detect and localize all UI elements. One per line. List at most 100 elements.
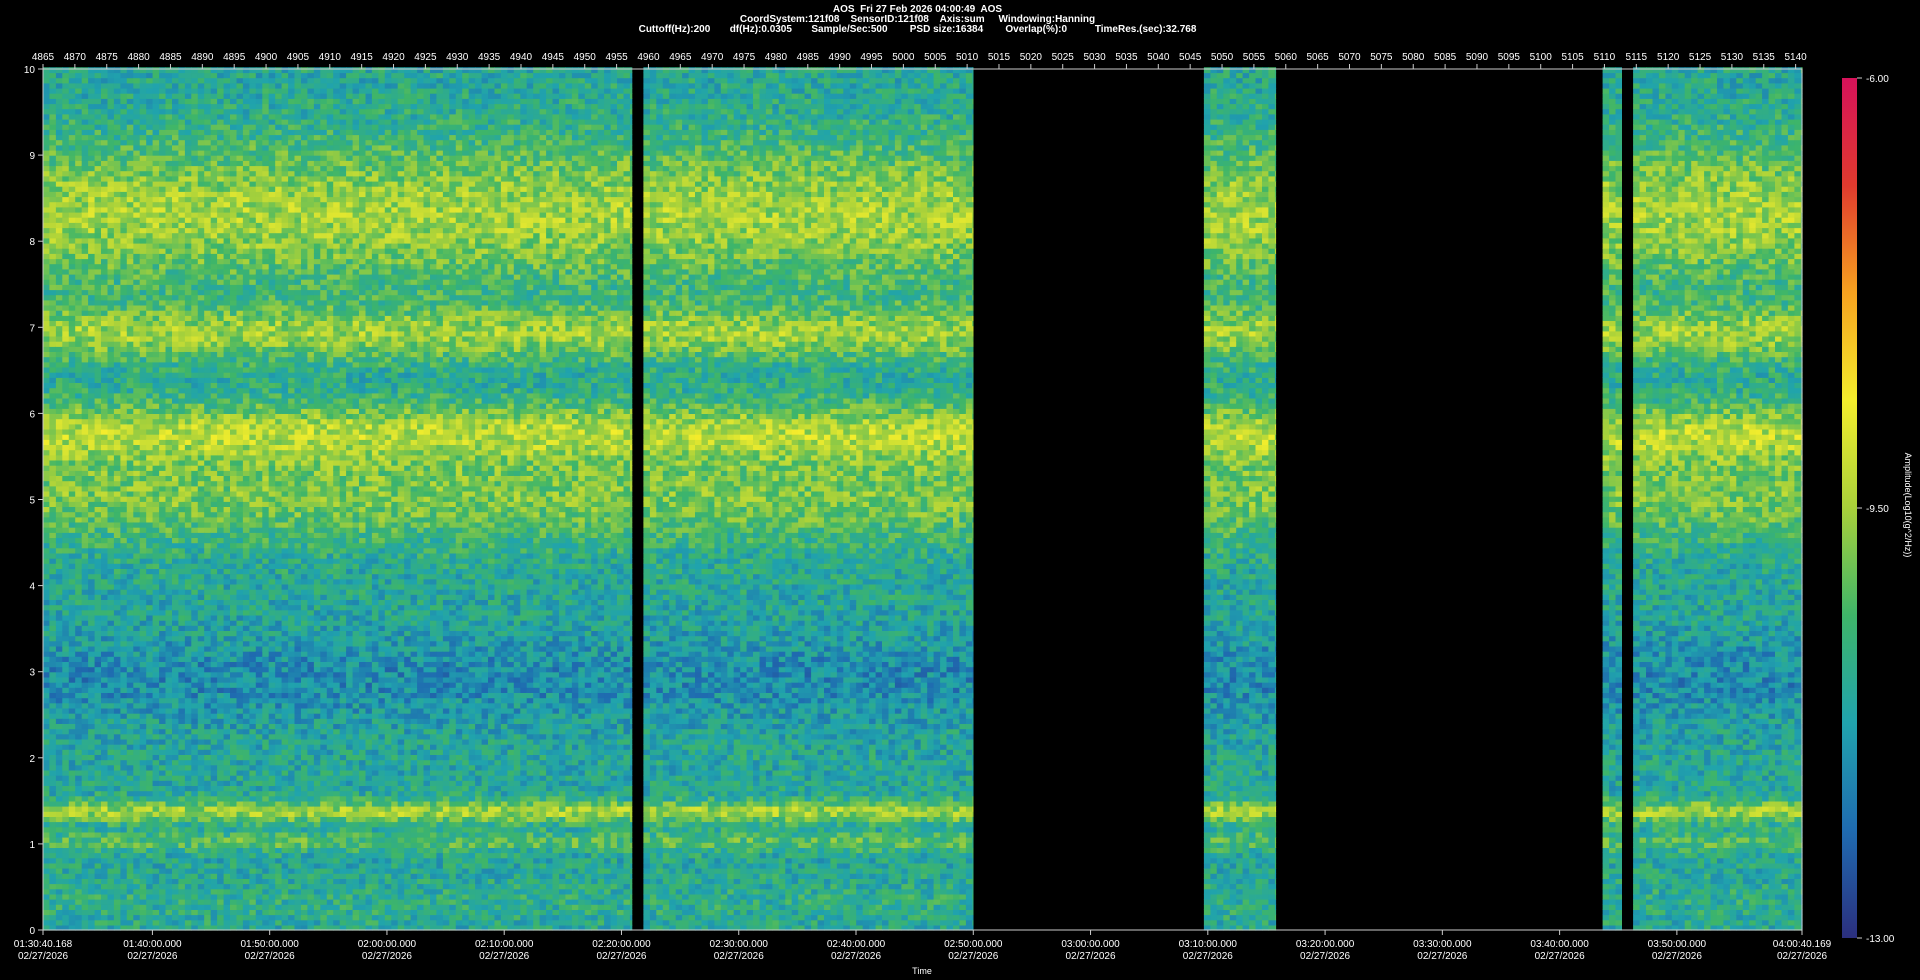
top-axis: 4865 4870 4875 4880 4885 4890 4895 4900 4905 4910… — [32, 52, 1807, 69]
top-tick-label: 5140 — [1785, 52, 1808, 63]
top-tick-label: 4935 — [478, 52, 501, 63]
x-tick-date: 02/27/2026 — [18, 951, 68, 962]
top-tick-label: 5055 — [1243, 52, 1266, 63]
top-tick-label: 5085 — [1434, 52, 1457, 63]
top-tick-label: 4960 — [637, 52, 660, 63]
top-tick-label: 5070 — [1338, 52, 1361, 63]
colorbar-tick-label: -6.00 — [1866, 74, 1889, 85]
top-tick-label: 4955 — [605, 52, 628, 63]
colorbar-tick-label: -13.00 — [1866, 934, 1895, 945]
top-tick-label: 4995 — [860, 52, 883, 63]
top-tick-label: 4910 — [319, 52, 342, 63]
x-tick-time: 03:40:00.000 — [1530, 939, 1589, 950]
top-tick-label: 4915 — [351, 52, 374, 63]
top-tick-label: 5010 — [956, 52, 979, 63]
top-tick-label: 5035 — [1115, 52, 1138, 63]
x-tick-date: 02/27/2026 — [1535, 951, 1585, 962]
top-tick-label: 4980 — [765, 52, 788, 63]
top-tick-label: 4865 — [32, 52, 55, 63]
x-tick-time: 02:00:00.000 — [358, 939, 417, 950]
top-tick-label: 4940 — [510, 52, 533, 63]
data-segment — [1603, 67, 1622, 930]
x-tick-time: 02:30:00.000 — [710, 939, 769, 950]
top-tick-label: 4975 — [733, 52, 756, 63]
top-tick-label: 4905 — [287, 52, 310, 63]
colorbar-axis: -6.00 -9.50 -13.00 — [1857, 74, 1895, 945]
top-tick-label: 5020 — [1020, 52, 1043, 63]
top-tick-label: 4895 — [223, 52, 246, 63]
y-tick-label: 10 — [24, 65, 36, 76]
x-tick-time: 02:40:00.000 — [827, 939, 886, 950]
colorbar-title: Amplitude(Log10(g^2/Hz)) — [1903, 453, 1913, 558]
data-segment — [43, 67, 632, 930]
top-tick-label: 4985 — [797, 52, 820, 63]
top-tick-label: 5045 — [1179, 52, 1202, 63]
top-tick-label: 4885 — [159, 52, 182, 63]
top-tick-label: 5000 — [892, 52, 915, 63]
top-tick-label: 4945 — [542, 52, 565, 63]
x-tick-date: 02/27/2026 — [479, 951, 529, 962]
top-tick-label: 5060 — [1275, 52, 1298, 63]
top-tick-label: 5075 — [1370, 52, 1393, 63]
data-segment — [1204, 67, 1276, 930]
top-tick-label: 4900 — [255, 52, 278, 63]
x-tick-date: 02/27/2026 — [245, 951, 295, 962]
top-tick-label: 5100 — [1530, 52, 1553, 63]
y-tick-label: 2 — [29, 754, 35, 765]
y-tick-label: 6 — [29, 409, 35, 420]
top-tick-label: 4965 — [669, 52, 692, 63]
top-tick-label: 5130 — [1721, 52, 1744, 63]
top-tick-label: 5040 — [1147, 52, 1170, 63]
x-tick-date: 02/27/2026 — [1652, 951, 1702, 962]
y-tick-label: 9 — [29, 151, 35, 162]
top-tick-label: 5030 — [1083, 52, 1106, 63]
x-tick-date: 02/27/2026 — [362, 951, 412, 962]
x-axis-title: Time — [912, 966, 932, 976]
x-tick-time: 01:40:00.000 — [123, 939, 182, 950]
x-tick-date: 02/27/2026 — [127, 951, 177, 962]
top-tick-label: 5095 — [1498, 52, 1521, 63]
x-tick-date: 02/27/2026 — [1183, 951, 1233, 962]
x-tick-time: 03:20:00.000 — [1296, 939, 1355, 950]
x-tick-date: 02/27/2026 — [1417, 951, 1467, 962]
x-tick-date: 02/27/2026 — [1300, 951, 1350, 962]
top-tick-label: 4970 — [701, 52, 724, 63]
x-axis: 01:30:40.16802/27/202601:40:00.00002/27/… — [14, 930, 1832, 962]
top-tick-label: 5135 — [1753, 52, 1776, 63]
colorbar — [1842, 78, 1857, 938]
data-segment — [643, 67, 973, 930]
x-tick-time: 02:10:00.000 — [475, 939, 534, 950]
top-tick-label: 4925 — [414, 52, 437, 63]
top-tick-label: 4890 — [191, 52, 214, 63]
top-tick-label: 5050 — [1211, 52, 1234, 63]
top-tick-label: 4990 — [829, 52, 852, 63]
x-tick-date: 02/27/2026 — [1066, 951, 1116, 962]
top-tick-label: 5080 — [1402, 52, 1425, 63]
y-tick-label: 3 — [29, 668, 35, 679]
y-tick-label: 8 — [29, 237, 35, 248]
y-tick-label: 0 — [29, 926, 35, 937]
x-tick-time: 03:50:00.000 — [1648, 939, 1707, 950]
x-tick-date: 02/27/2026 — [714, 951, 764, 962]
x-tick-time: 01:30:40.168 — [14, 939, 73, 950]
x-tick-date: 02/27/2026 — [948, 951, 998, 962]
y-tick-label: 7 — [29, 323, 35, 334]
top-tick-label: 5115 — [1626, 52, 1648, 63]
x-tick-time: 02:50:00.000 — [944, 939, 1003, 950]
top-tick-label: 5015 — [988, 52, 1011, 63]
colorbar-tick-label: -9.50 — [1866, 504, 1889, 515]
top-tick-label: 4950 — [574, 52, 597, 63]
top-tick-label: 4920 — [382, 52, 405, 63]
top-tick-label: 5120 — [1657, 52, 1680, 63]
x-tick-date: 02/27/2026 — [1777, 951, 1827, 962]
data-segment — [1633, 67, 1803, 930]
x-tick-date: 02/27/2026 — [596, 951, 646, 962]
y-tick-label: 5 — [29, 496, 35, 507]
spectrogram-chart: 4865 4870 4875 4880 4885 4890 4895 4900 4905 4910… — [0, 0, 1920, 980]
top-tick-label: 5005 — [924, 52, 947, 63]
top-tick-label: 5065 — [1307, 52, 1330, 63]
top-tick-label: 5105 — [1561, 52, 1584, 63]
top-tick-label: 4875 — [96, 52, 119, 63]
y-axis: 012345678910 — [24, 65, 43, 937]
top-tick-label: 4930 — [446, 52, 469, 63]
